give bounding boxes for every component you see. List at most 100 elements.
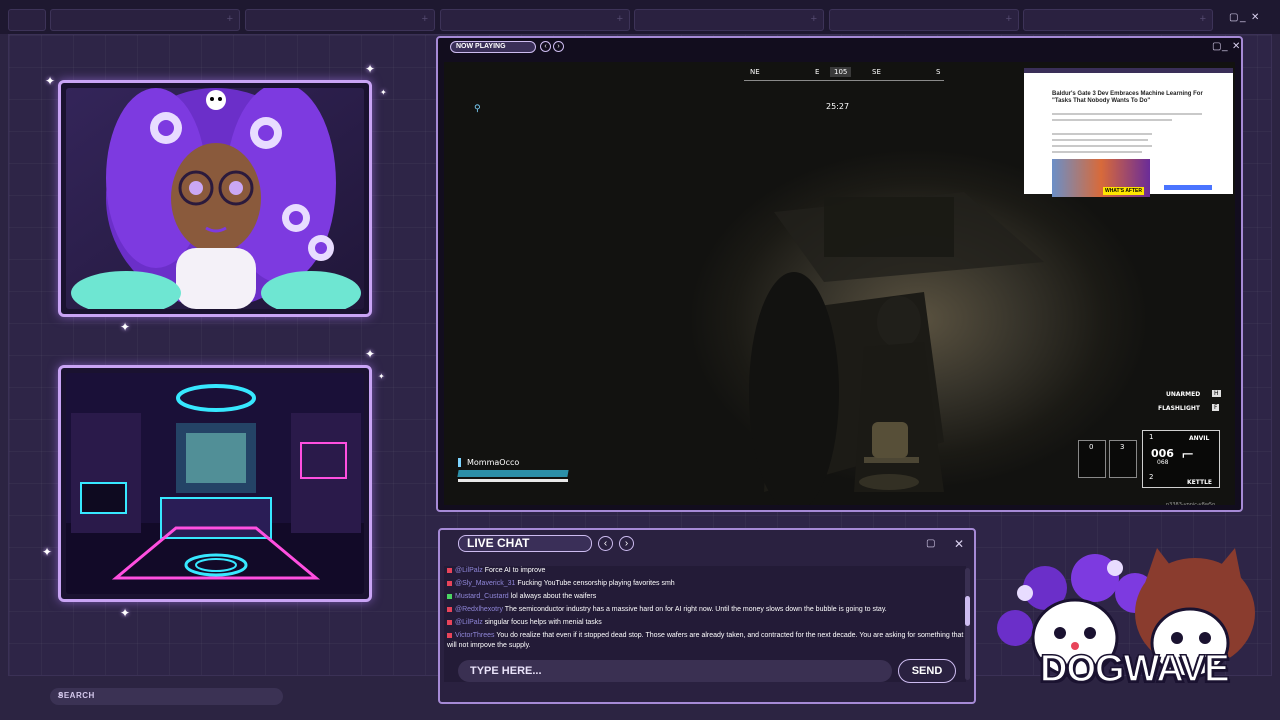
youtube-icon (447, 567, 452, 573)
minimize-icon[interactable]: ▢ (1229, 12, 1238, 23)
flashlight-key: F (1212, 404, 1220, 411)
top-tab[interactable] (8, 9, 46, 31)
plus-icon: + (1005, 13, 1012, 25)
game-timer: 25:27 (826, 102, 850, 111)
now-playing-label: NOW PLAYING (450, 41, 536, 53)
send-button[interactable]: SEND (898, 659, 956, 683)
close-icon[interactable]: ✕ (954, 537, 964, 551)
chat-text: The semiconductor industry has a massive… (504, 606, 887, 613)
chat-username[interactable]: @Redxlhexotry (455, 606, 503, 613)
plus-icon: + (226, 13, 233, 25)
search-icon[interactable]: ⌕ (58, 689, 275, 700)
sparkle-icon: ✦ (380, 88, 387, 97)
plus-icon: + (810, 13, 817, 25)
waypoint-icon: ⚲ (474, 104, 481, 114)
stamina-bar (458, 479, 568, 482)
minimize-icon[interactable]: ▢ (1212, 41, 1221, 52)
youtube-icon (447, 580, 452, 586)
game-viewport: NE E 105 SE S 25:27 ⚲ Baldur's Gate 3 De… (444, 62, 1235, 505)
compass-heading: 105 (830, 67, 852, 77)
room-scene (66, 373, 364, 594)
kick-icon (447, 593, 452, 599)
item-slot-right[interactable]: 3 (1109, 440, 1137, 478)
pistol-icon: ⌐ (1181, 445, 1195, 464)
search-bar[interactable]: SEARCH ⌕ (50, 688, 283, 705)
compass-s: S (936, 68, 941, 76)
item-count-left: 0 (1089, 443, 1094, 451)
slot-two-number: 2 (1149, 473, 1154, 481)
youtube-icon (447, 606, 452, 612)
minimize-icon[interactable]: ▢ (926, 538, 935, 549)
chat-text: singular focus helps with menial tasks (484, 619, 602, 626)
chat-text: lol always about the waifers (510, 593, 597, 600)
top-tab[interactable]: + (1023, 9, 1213, 31)
sparkle-icon: ✦ (42, 545, 53, 559)
build-id: n3383-vpnic-v8w5n (1166, 502, 1216, 505)
next-arrow-icon[interactable]: › (553, 41, 564, 52)
chat-username[interactable]: @LilPalz (455, 619, 483, 626)
chat-text: Force AI to improve (484, 567, 546, 574)
thumb-badge: WHAT'S AFTER (1102, 187, 1144, 195)
avatar-illustration (66, 88, 364, 309)
top-tab[interactable]: + (634, 9, 824, 31)
now-playing-titlebar: NOW PLAYING ‹ › ▢ _ ✕ (438, 38, 1241, 58)
plus-icon: + (616, 13, 623, 25)
scene-frame (58, 365, 372, 602)
chat-username[interactable]: @Sly_Maverick_31 (455, 580, 515, 587)
top-tab-strip: + + + + + + ▢ _ ✕ (0, 0, 1280, 34)
chat-text: You do realize that even if it stopped d… (447, 632, 964, 649)
live-chat-title: LIVE CHAT (458, 535, 592, 552)
close-icon[interactable]: ✕ (1251, 12, 1259, 23)
unarmed-label: UNARMED (1166, 391, 1201, 398)
chat-username[interactable]: VictorThrees (455, 632, 495, 639)
youtube-icon (447, 632, 452, 638)
chat-message: @LilPalz singular focus helps with menia… (444, 618, 966, 628)
top-tab[interactable]: + (245, 9, 435, 31)
close-icon[interactable]: ✕ (1232, 41, 1240, 52)
live-chat-window: LIVE CHAT ‹ › ▢ ✕ @LilPalz Force AI to i… (438, 528, 976, 704)
sparkle-icon: ✦ (378, 372, 385, 381)
prev-arrow-icon[interactable]: ‹ (598, 536, 613, 551)
compass-bar (744, 80, 944, 81)
chat-message: Mustard_Custard lol always about the wai… (444, 592, 966, 602)
sparkle-icon: ✦ (45, 74, 56, 88)
article-thumbnail: WHAT'S AFTER (1052, 159, 1150, 197)
article-line (1052, 119, 1172, 121)
article-button[interactable] (1164, 185, 1212, 190)
unarmed-key: H (1212, 390, 1221, 397)
sparkle-icon: ✦ (365, 62, 376, 76)
chat-username[interactable]: Mustard_Custard (455, 593, 509, 600)
brand-wordmark: DOGWAVE (1039, 647, 1230, 691)
ammo-reserve: 068 (1157, 459, 1169, 466)
chat-scroll-thumb[interactable] (965, 596, 970, 626)
restore-icon[interactable]: _ (1240, 12, 1246, 23)
neon-room-illustration (66, 373, 364, 594)
sparkle-icon: ✦ (120, 606, 131, 620)
article-line (1052, 145, 1152, 147)
article-line (1052, 151, 1142, 153)
item-slot-left[interactable]: 0 (1078, 440, 1106, 478)
avatar-cam (66, 88, 364, 309)
article-line (1052, 133, 1152, 135)
article-line (1052, 113, 1202, 115)
chat-message: @LilPalz Force AI to improve (444, 566, 966, 576)
chat-message: VictorThrees You do realize that even if… (444, 631, 966, 651)
inset-article: Baldur's Gate 3 Dev Embraces Machine Lea… (1024, 68, 1233, 197)
now-playing-window: NOW PLAYING ‹ › ▢ _ ✕ NE E 105 SE S 25:2… (436, 36, 1243, 512)
compass-ne: NE (750, 68, 760, 76)
restore-icon[interactable]: _ (1222, 41, 1228, 52)
chat-username[interactable]: @LilPalz (455, 567, 483, 574)
prev-arrow-icon[interactable]: ‹ (540, 41, 551, 52)
youtube-icon (447, 619, 452, 625)
slot-one-name: ANVIL (1189, 435, 1210, 442)
compass-e: E (815, 68, 820, 76)
top-tab[interactable]: + (50, 9, 240, 31)
chat-message: @Redxlhexotry The semiconductor industry… (444, 605, 966, 615)
chat-input[interactable] (458, 660, 892, 682)
inset-headline: Baldur's Gate 3 Dev Embraces Machine Lea… (1052, 91, 1203, 104)
top-tab[interactable]: + (440, 9, 630, 31)
compass-se: SE (872, 68, 881, 76)
next-arrow-icon[interactable]: › (619, 536, 634, 551)
top-tab[interactable]: + (829, 9, 1019, 31)
weapon-panel[interactable]: 1 ANVIL 006 068 2 KETTLE ⌐ (1142, 430, 1220, 488)
